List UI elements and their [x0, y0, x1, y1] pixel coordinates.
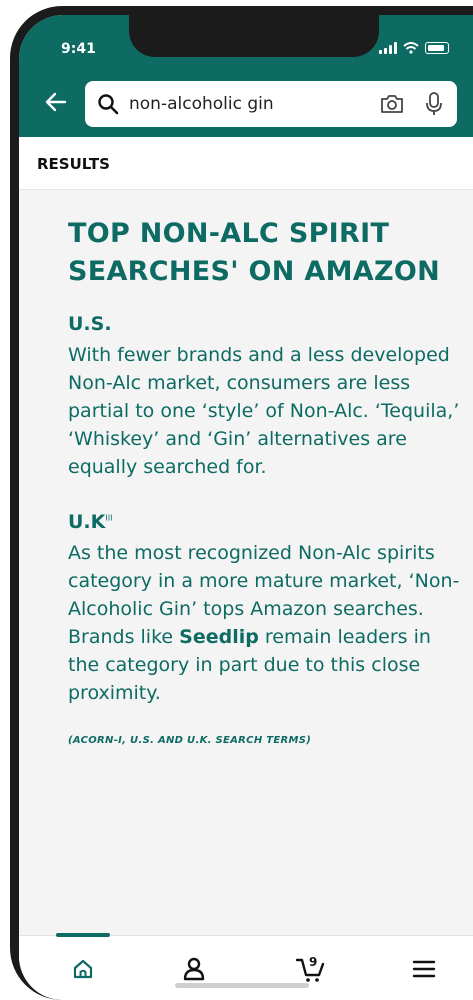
- search-bar[interactable]: non-alcoholic gin: [85, 81, 457, 127]
- wifi-icon: [403, 42, 419, 54]
- active-tab-indicator: [56, 933, 110, 937]
- uk-heading: U.KIII: [68, 511, 463, 533]
- home-indicator[interactable]: [175, 983, 309, 988]
- back-arrow-icon[interactable]: [43, 89, 69, 115]
- phone-frame: 9:41 non-alcoholic gin RESULTS TOP NON-A…: [10, 6, 473, 1000]
- tab-menu[interactable]: [409, 954, 439, 984]
- notch: [129, 15, 379, 57]
- title-line-2: SEARCHES' ON AMAZON: [68, 256, 440, 287]
- uk-brand: Seedlip: [179, 626, 259, 648]
- screen: 9:41 non-alcoholic gin RESULTS TOP NON-A…: [19, 15, 473, 1000]
- results-label: RESULTS: [37, 155, 110, 173]
- article-title: TOP NON-ALC SPIRIT SEARCHES' ON AMAZON: [68, 215, 463, 291]
- signal-icon: [379, 42, 397, 54]
- person-icon: [183, 957, 205, 981]
- tab-cart[interactable]: 9: [294, 954, 328, 984]
- status-time: 9:41: [61, 41, 96, 57]
- article-content: TOP NON-ALC SPIRIT SEARCHES' ON AMAZON U…: [68, 215, 463, 746]
- bottom-tab-bar: 9: [19, 933, 473, 1000]
- source-note: (ACORN-I, U.S. AND U.K. SEARCH TERMS): [68, 735, 312, 746]
- tab-account[interactable]: [179, 954, 209, 984]
- us-heading: U.S.: [68, 313, 112, 335]
- cart-count: 9: [309, 955, 318, 969]
- us-paragraph: With fewer brands and a less developed N…: [68, 344, 460, 478]
- app-header: 9:41 non-alcoholic gin: [19, 15, 473, 137]
- camera-icon[interactable]: [379, 93, 405, 115]
- search-icon: [98, 94, 119, 115]
- uk-heading-text: U.K: [68, 511, 106, 533]
- microphone-icon[interactable]: [425, 91, 443, 117]
- battery-icon: [425, 42, 449, 54]
- uk-heading-mark: III: [105, 513, 113, 523]
- home-icon: [73, 959, 93, 979]
- uk-paragraph: As the most recognized Non-Alc spirits c…: [68, 539, 463, 707]
- status-icons: [379, 42, 449, 54]
- title-line-1: TOP NON-ALC SPIRIT: [68, 218, 390, 249]
- search-input[interactable]: non-alcoholic gin: [129, 94, 379, 114]
- hamburger-menu-icon: [412, 960, 436, 978]
- tab-home[interactable]: [68, 954, 98, 984]
- results-bar: RESULTS: [19, 137, 473, 190]
